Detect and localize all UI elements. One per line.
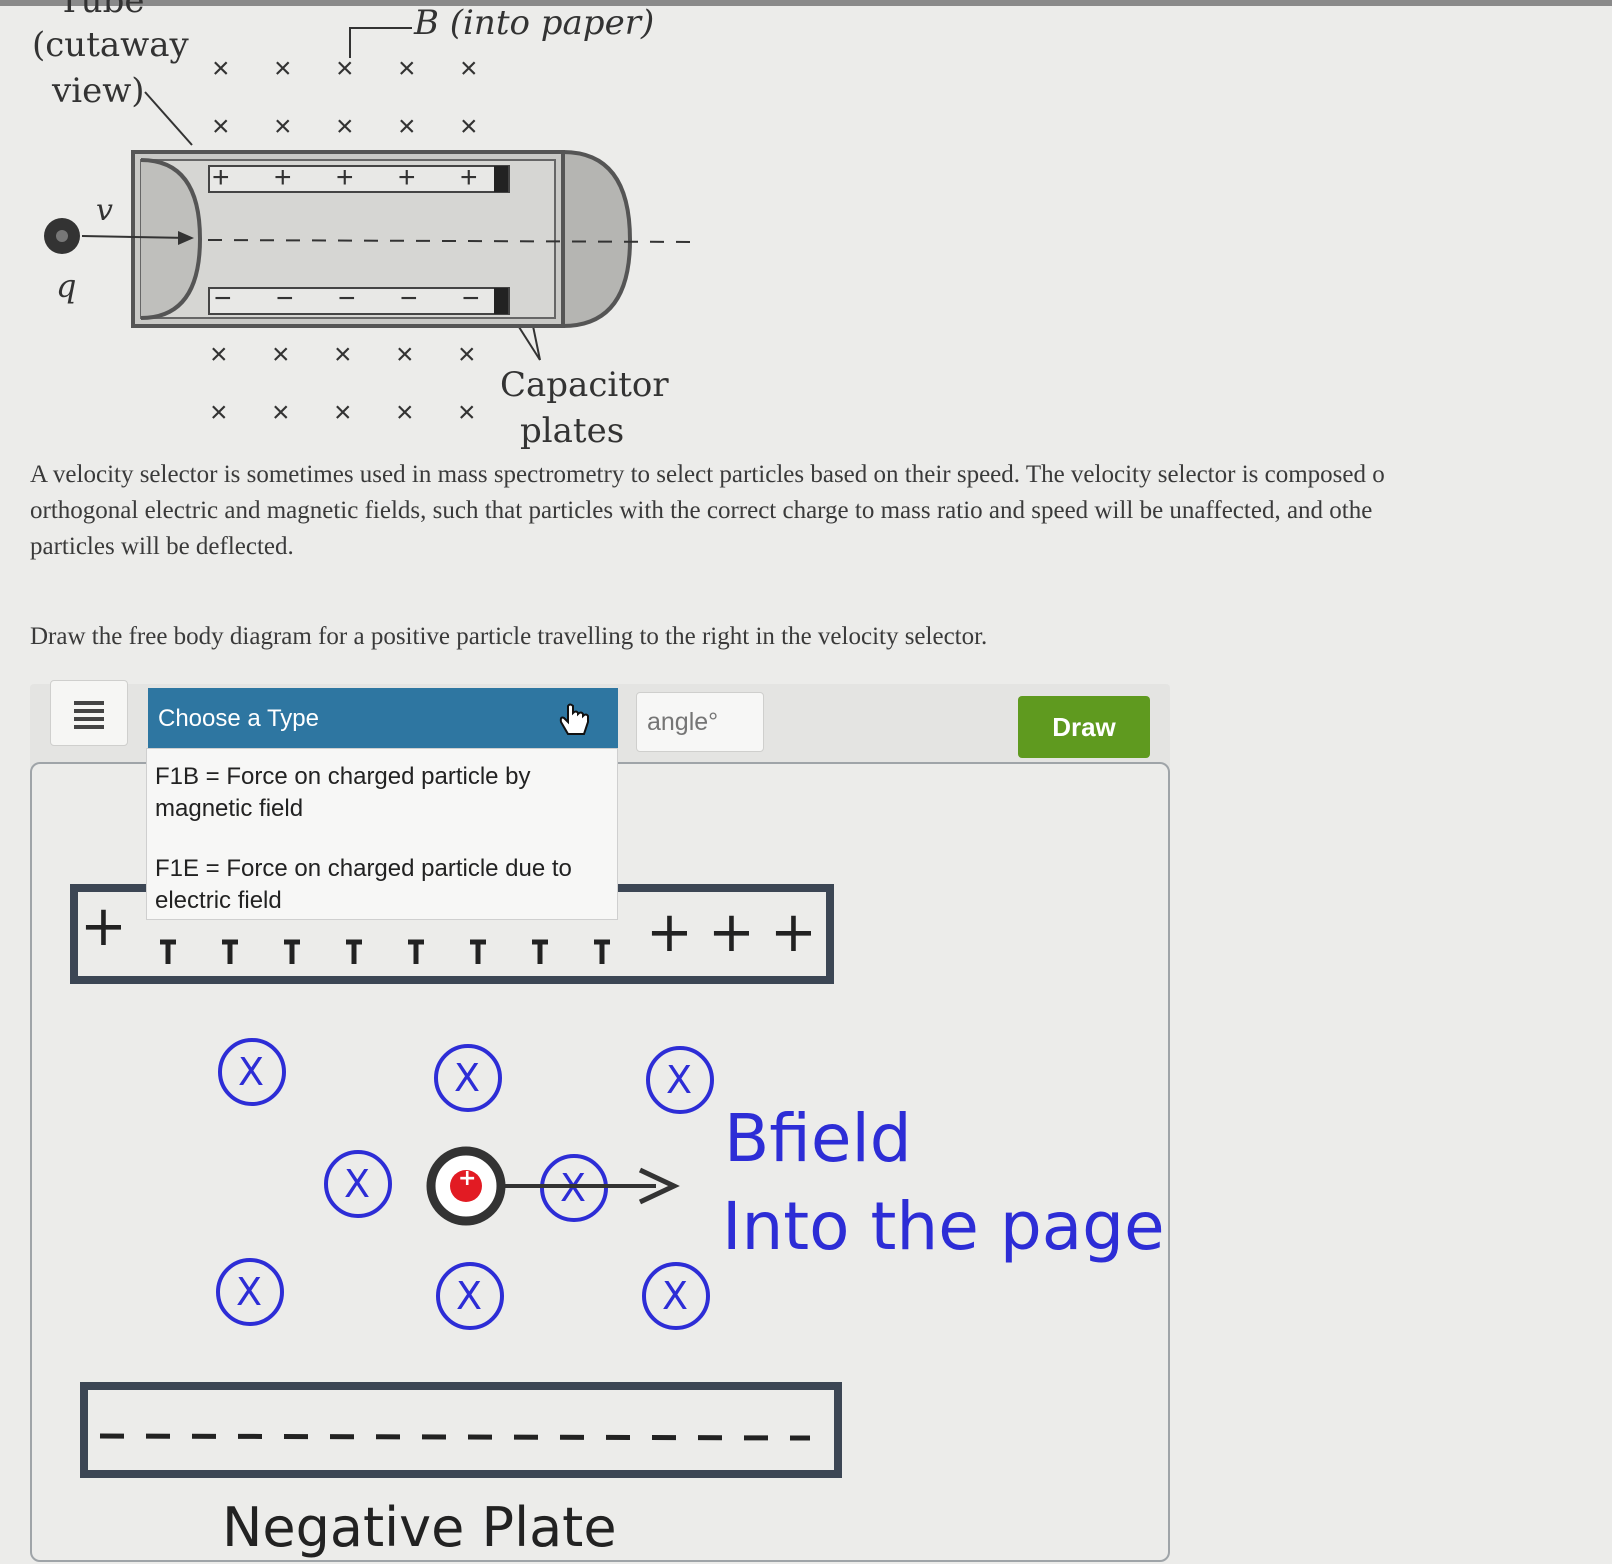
b-field-cross-icon: × [398, 110, 416, 143]
b-field-cross-icon: × [396, 338, 414, 371]
b-field-cross-icon: × [212, 52, 230, 85]
plate-plus: + [274, 161, 292, 194]
negative-plate [80, 1382, 842, 1478]
field-marker-x: X [666, 1058, 693, 1102]
b-field-cross-icon: × [460, 110, 478, 143]
plate-minus: − [400, 282, 418, 315]
field-marker-x: X [454, 1056, 481, 1100]
instruction-text: Draw the free body diagram for a positiv… [30, 623, 988, 650]
option-f1e[interactable]: F1E = Force on charged particle due to e… [155, 853, 605, 917]
plate-minus: − [338, 282, 356, 315]
b-field-cross-icon: × [458, 396, 476, 429]
force-type-dropdown[interactable]: Choose a Type [148, 688, 618, 750]
b-field-cross-icon: × [212, 110, 230, 143]
plate-plus: + [336, 161, 354, 194]
b-field-cross-icon: × [210, 396, 228, 429]
b-field-cross-icon: × [272, 338, 290, 371]
b-field-cross-icon: × [210, 338, 228, 371]
menu-button[interactable] [50, 680, 128, 746]
velocity-label: v [96, 193, 113, 228]
field-marker-x: X [456, 1274, 483, 1318]
plate-plus-sign: + [646, 900, 693, 965]
plate-plus: + [398, 161, 416, 194]
field-marker-x: X [236, 1270, 263, 1314]
option-f1b-line2: magnetic field [155, 795, 304, 822]
b-field-cross-icon: × [274, 52, 292, 85]
b-field-cross-icon: × [272, 396, 290, 429]
particle-plus-sign: + [458, 1166, 477, 1191]
plate-plus-sign: + [770, 900, 817, 965]
capacitor-label-line2: plates [520, 411, 625, 451]
field-label-line2: Into the page [722, 1188, 1165, 1265]
plate-plus: + [460, 161, 478, 194]
negative-plate-label: Negative Plate [222, 1496, 617, 1559]
plate-minus: − [462, 282, 480, 315]
angle-input[interactable] [636, 692, 764, 752]
b-field-cross-icon: × [334, 396, 352, 429]
charge-label: q [56, 267, 77, 305]
option-f1e-line1: F1E = Force on charged particle due to [155, 855, 572, 882]
b-field-cross-icon: × [458, 338, 476, 371]
field-marker-x: X [662, 1274, 689, 1318]
b-field-cross-icon: × [274, 110, 292, 143]
b-field-cross-icon: × [460, 52, 478, 85]
plate-plus-sign: + [80, 894, 127, 959]
hand-cursor-icon [559, 703, 589, 735]
description-line-2: orthogonal electric and magnetic fields,… [30, 497, 1373, 524]
dropdown-label: Choose a Type [158, 705, 320, 732]
description-line-1: A velocity selector is sometimes used in… [30, 461, 1385, 488]
b-field-cross-icon: × [396, 396, 414, 429]
description-line-3: particles will be deflected. [30, 533, 294, 560]
plate-minus: − [276, 282, 294, 315]
field-marker-x: X [344, 1162, 371, 1206]
field-marker-x: X [238, 1050, 265, 1094]
option-f1b-line1: F1B = Force on charged particle by [155, 763, 531, 790]
capacitor-label-line1: Capacitor [500, 365, 669, 405]
field-label-line1: Bfield [724, 1100, 912, 1177]
plate-plus-sign: + [708, 900, 755, 965]
b-field-cross-icon: × [334, 338, 352, 371]
b-field-cross-icon: × [336, 110, 354, 143]
b-field-cross-icon: × [398, 52, 416, 85]
option-f1b[interactable]: F1B = Force on charged particle by magne… [155, 761, 605, 825]
draw-button[interactable]: Draw [1018, 696, 1150, 758]
force-type-options-overlay: F1B = Force on charged particle by magne… [146, 748, 618, 920]
plate-minus: − [214, 282, 232, 315]
plate-plus: + [212, 161, 230, 194]
b-field-cross-icon: × [336, 52, 354, 85]
option-f1e-line2: electric field [155, 887, 282, 914]
